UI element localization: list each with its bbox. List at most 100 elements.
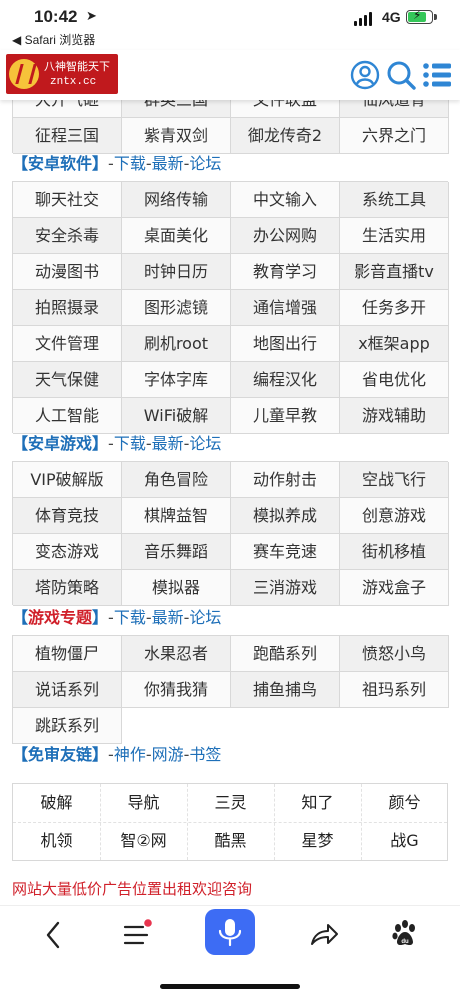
browser-toolbar: du bbox=[0, 905, 460, 995]
grid-cell[interactable]: 御龙传奇2 bbox=[231, 118, 340, 154]
category-cell[interactable]: 体育竞技 bbox=[13, 498, 122, 534]
grid-cell[interactable]: 群英三国 bbox=[122, 100, 231, 118]
friend-link[interactable]: 智②网 bbox=[100, 822, 187, 860]
ad-banner-text[interactable]: 网站大量低价广告位置出租欢迎咨询 bbox=[12, 878, 252, 899]
download-link[interactable]: 下载 bbox=[114, 154, 146, 173]
category-cell[interactable]: 说话系列 bbox=[12, 671, 122, 708]
search-icon[interactable] bbox=[386, 60, 416, 90]
friend-link[interactable]: 导航 bbox=[100, 784, 187, 822]
category-cell[interactable]: 变态游戏 bbox=[13, 534, 122, 570]
category-cell[interactable]: 通信增强 bbox=[231, 290, 340, 326]
friend-link[interactable]: 星梦 bbox=[274, 822, 361, 860]
friend-link[interactable]: 三灵 bbox=[187, 784, 274, 822]
latest-link[interactable]: 最新 bbox=[152, 434, 184, 453]
category-cell[interactable]: 水果忍者 bbox=[121, 635, 231, 672]
baidu-paw-icon[interactable]: du bbox=[381, 911, 429, 957]
home-indicator[interactable] bbox=[160, 984, 300, 989]
category-cell[interactable]: 创意游戏 bbox=[340, 498, 449, 534]
online-games-link[interactable]: 网游 bbox=[152, 745, 184, 764]
forum-link[interactable]: 论坛 bbox=[189, 154, 221, 173]
grid-cell[interactable]: 六界之门 bbox=[340, 118, 449, 154]
friend-link[interactable]: 知了 bbox=[274, 784, 361, 822]
category-cell[interactable]: 网络传输 bbox=[122, 182, 231, 218]
category-cell[interactable]: 动漫图书 bbox=[13, 254, 122, 290]
back-icon[interactable] bbox=[30, 911, 78, 957]
category-cell[interactable]: 植物僵尸 bbox=[12, 635, 122, 672]
category-cell[interactable]: x框架app bbox=[340, 326, 449, 362]
category-cell[interactable]: 愤怒小鸟 bbox=[339, 635, 449, 672]
category-cell[interactable]: 任务多开 bbox=[340, 290, 449, 326]
friend-link[interactable]: 颜兮 bbox=[361, 784, 448, 822]
works-link[interactable]: 神作 bbox=[114, 745, 146, 764]
category-cell[interactable]: 影音直播tv bbox=[340, 254, 449, 290]
category-cell[interactable]: 办公网购 bbox=[231, 218, 340, 254]
notification-dot bbox=[144, 919, 152, 927]
svg-text:du: du bbox=[401, 939, 409, 945]
category-cell[interactable]: 拍照摄录 bbox=[13, 290, 122, 326]
category-cell[interactable]: 跑酷系列 bbox=[230, 635, 340, 672]
logo-domain: zntx.cc bbox=[50, 76, 97, 88]
category-cell[interactable]: 地图出行 bbox=[231, 326, 340, 362]
category-cell[interactable]: 捕鱼捕鸟 bbox=[230, 671, 340, 708]
category-cell[interactable]: 祖玛系列 bbox=[339, 671, 449, 708]
category-cell[interactable]: 图形滤镜 bbox=[122, 290, 231, 326]
user-icon[interactable] bbox=[350, 60, 380, 90]
category-cell[interactable]: 系统工具 bbox=[340, 182, 449, 218]
latest-link[interactable]: 最新 bbox=[152, 608, 184, 627]
category-cell[interactable]: 聊天社交 bbox=[13, 182, 122, 218]
category-cell[interactable]: 编程汉化 bbox=[231, 362, 340, 398]
latest-link[interactable]: 最新 bbox=[152, 154, 184, 173]
category-cell[interactable]: 赛车竞速 bbox=[231, 534, 340, 570]
category-cell[interactable]: 三消游戏 bbox=[231, 570, 340, 606]
category-cell[interactable]: 游戏辅助 bbox=[340, 398, 449, 434]
download-link[interactable]: 下载 bbox=[114, 434, 146, 453]
category-cell[interactable]: 游戏盒子 bbox=[340, 570, 449, 606]
back-to-app-link[interactable]: ◀ Safari 浏览器 bbox=[12, 31, 95, 48]
menu-icon[interactable] bbox=[422, 60, 452, 90]
share-icon[interactable] bbox=[299, 911, 347, 957]
voice-search-button[interactable] bbox=[205, 909, 255, 955]
site-logo[interactable]: 八神智能天下 zntx.cc bbox=[6, 54, 118, 94]
category-cell[interactable]: 中文输入 bbox=[231, 182, 340, 218]
menu-icon[interactable] bbox=[112, 911, 160, 957]
category-cell[interactable]: 跳跃系列 bbox=[12, 707, 122, 744]
category-cell[interactable]: 儿童早教 bbox=[231, 398, 340, 434]
section-title: 免审友链 bbox=[28, 745, 93, 764]
grid-cell[interactable]: 大开气砸 bbox=[13, 100, 122, 118]
category-cell[interactable]: VIP破解版 bbox=[13, 462, 122, 498]
forum-link[interactable]: 论坛 bbox=[189, 608, 221, 627]
category-cell[interactable]: 省电优化 bbox=[340, 362, 449, 398]
category-cell[interactable]: 棋牌益智 bbox=[122, 498, 231, 534]
friend-link[interactable]: 酷黑 bbox=[187, 822, 274, 860]
category-cell[interactable]: 动作射击 bbox=[231, 462, 340, 498]
friend-link[interactable]: 破解 bbox=[13, 784, 100, 822]
bookmarks-link[interactable]: 书签 bbox=[189, 745, 221, 764]
category-cell[interactable]: 字体字库 bbox=[122, 362, 231, 398]
friend-link[interactable]: 战G bbox=[361, 822, 448, 860]
category-cell[interactable]: 塔防策略 bbox=[13, 570, 122, 606]
category-cell[interactable]: 街机移植 bbox=[340, 534, 449, 570]
category-cell[interactable]: 你猜我猜 bbox=[121, 671, 231, 708]
grid-cell[interactable]: 仙风道骨 bbox=[340, 100, 449, 118]
category-cell[interactable]: 刷机root bbox=[122, 326, 231, 362]
microphone-icon bbox=[218, 919, 242, 947]
category-cell[interactable]: 角色冒险 bbox=[122, 462, 231, 498]
section-header-android-software: 【安卓软件】-下载-最新-论坛 bbox=[12, 154, 222, 173]
grid-cell[interactable]: 文件联盟 bbox=[231, 100, 340, 118]
category-cell[interactable]: 文件管理 bbox=[13, 326, 122, 362]
category-cell[interactable]: 安全杀毒 bbox=[13, 218, 122, 254]
category-cell[interactable]: 桌面美化 bbox=[122, 218, 231, 254]
category-cell[interactable]: 空战飞行 bbox=[340, 462, 449, 498]
section-title: 安卓游戏 bbox=[28, 434, 93, 453]
category-cell[interactable]: 音乐舞蹈 bbox=[122, 534, 231, 570]
friend-link[interactable]: 机领 bbox=[13, 822, 100, 860]
game-topics-grid: 植物僵尸 水果忍者 跑酷系列 愤怒小鸟说话系列 你猜我猜 捕鱼捕鸟 祖玛系列跳跃系列 bbox=[12, 635, 449, 744]
forum-link[interactable]: 论坛 bbox=[189, 434, 221, 453]
category-cell[interactable]: 时钟日历 bbox=[122, 254, 231, 290]
category-cell[interactable]: 教育学习 bbox=[231, 254, 340, 290]
category-cell[interactable]: 生活实用 bbox=[340, 218, 449, 254]
category-cell[interactable]: 天气保健 bbox=[13, 362, 122, 398]
download-link[interactable]: 下载 bbox=[114, 608, 146, 627]
category-cell[interactable]: 模拟器 bbox=[122, 570, 231, 606]
category-cell[interactable]: 模拟养成 bbox=[231, 498, 340, 534]
